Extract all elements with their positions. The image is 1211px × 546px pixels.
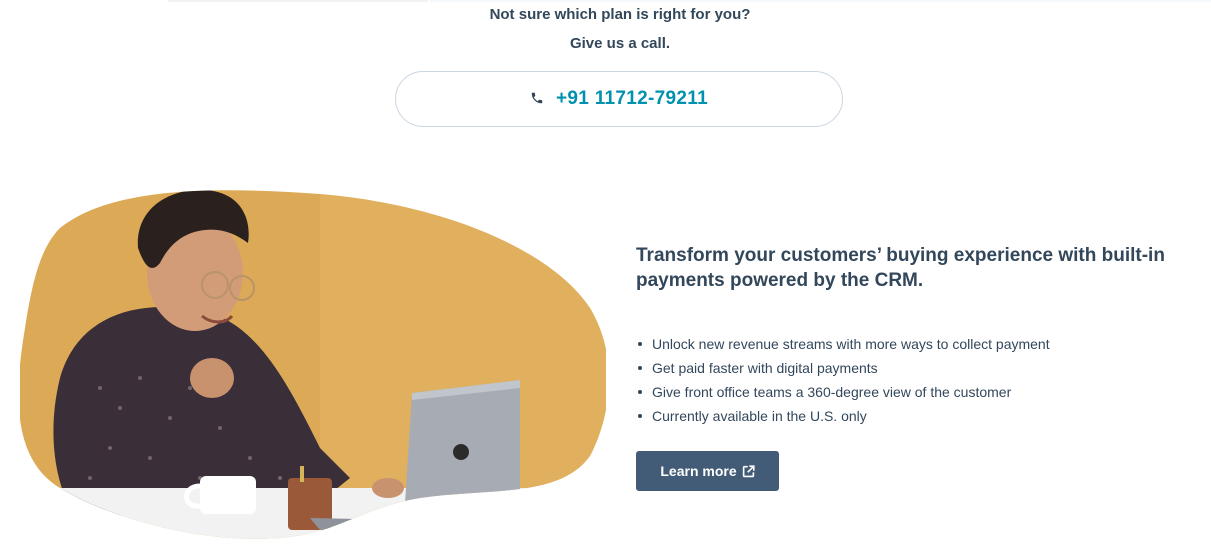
call-prompt: Give us a call. xyxy=(569,35,671,52)
payments-feature: Transform your customers’ buying experie… xyxy=(636,243,1196,491)
feature-bullet-list: Unlock new revenue streams with more way… xyxy=(636,332,1050,428)
feature-bullet: Get paid faster with digital payments xyxy=(636,356,1050,380)
feature-bullet: Give front office teams a 360-degree vie… xyxy=(636,380,1050,404)
phone-call-button[interactable]: +91 11712-79211 xyxy=(395,71,843,127)
hero-photo xyxy=(20,188,606,541)
feature-bullet: Unlock new revenue streams with more way… xyxy=(636,332,1050,356)
external-link-icon xyxy=(742,464,755,478)
feature-heading: Transform your customers’ buying experie… xyxy=(636,245,1165,291)
plan-question: Not sure which plan is right for you? xyxy=(489,6,751,23)
top-divider-left xyxy=(168,0,428,2)
learn-more-label: Learn more xyxy=(660,463,737,479)
learn-more-button[interactable]: Learn more xyxy=(636,451,779,491)
phone-number-link[interactable]: +91 11712-79211 xyxy=(556,88,708,110)
feature-bullet: Currently available in the U.S. only xyxy=(636,404,1050,428)
phone-icon xyxy=(530,91,544,105)
top-divider-right xyxy=(430,0,1211,2)
